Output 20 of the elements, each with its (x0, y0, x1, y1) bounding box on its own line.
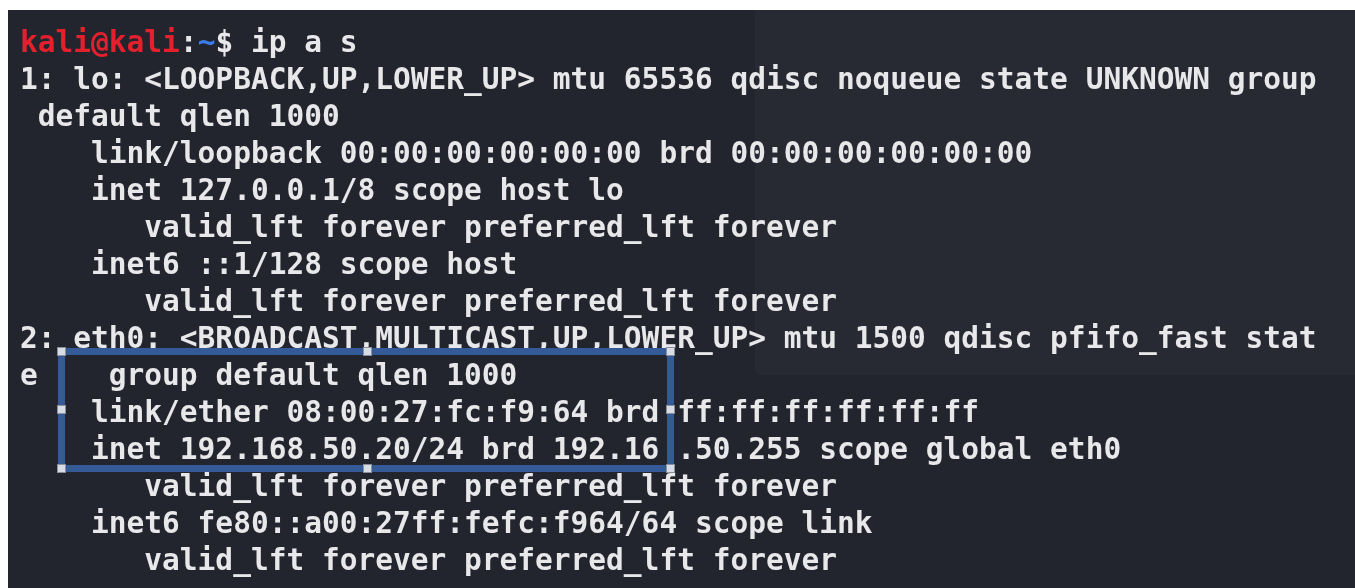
output-line: 1: lo: <LOOPBACK,UP,LOWER_UP> mtu 65536 qdisc noqueue state UNKNOWN group (20, 61, 1317, 98)
prompt-separator: : (179, 24, 198, 61)
output-line: 2: eth0: <BROADCAST,MULTICAST,UP,LOWER_UP> mtu 1500 qdisc pfifo_fast stat (20, 320, 1317, 357)
output-line: inet 192.168.50.20/24 brd 192.16 (90, 431, 661, 468)
output-line: valid_lft forever preferred_lft forever (143, 468, 837, 505)
output-line: e (20, 357, 39, 394)
output-line: .50.255 scope global eth0 (677, 431, 1122, 468)
output-line: valid_lft forever preferred_lft forever (143, 542, 837, 579)
prompt-user-host: kali@kali (20, 24, 180, 61)
output-line: inet 127.0.0.1/8 scope host lo (90, 172, 624, 209)
command-text: $ ip a s (215, 24, 358, 61)
output-line: link/loopback 00:00:00:00:00:00 brd 00:00:00:00:00:00 (90, 135, 1033, 172)
output-line: inet6 ::1/128 scope host (90, 246, 518, 283)
output-line: valid_lft forever preferred_lft forever (143, 209, 837, 246)
output-line: link/ether 08:00:27:fc:f9:64 brd ff:ff:ff:ff:ff:ff (90, 394, 980, 431)
output-line: valid_lft forever preferred_lft forever (143, 283, 837, 320)
output-line: inet6 fe80::a00:27ff:fefc:f964/64 scope link (90, 505, 873, 542)
prompt-path: ~ (197, 24, 216, 61)
output-line: default qlen 1000 (36, 98, 340, 135)
output-line: group default qlen 1000 (108, 357, 518, 394)
